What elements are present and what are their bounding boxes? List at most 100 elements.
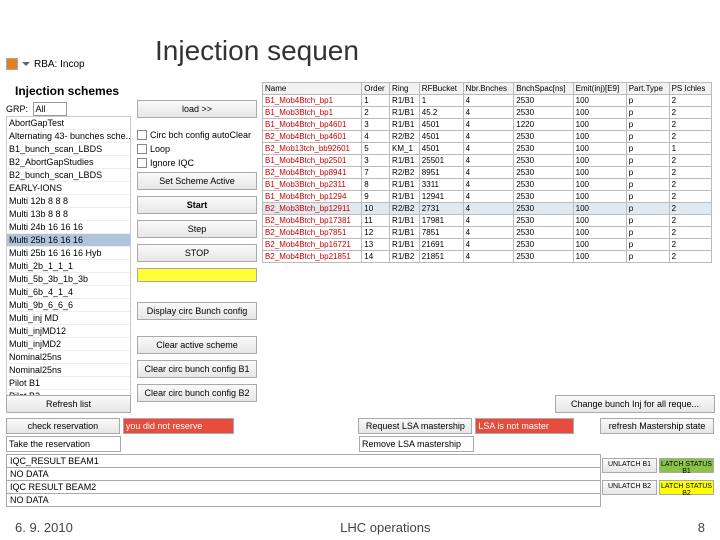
col-header[interactable]: Ring [390,83,420,95]
list-item[interactable]: Multi_2b_1_1_1 [7,260,130,273]
cell: 2530 [514,203,573,215]
list-item[interactable]: B2_bunch_scan_LBDS [7,169,130,182]
start-button[interactable]: Start [137,196,257,214]
cell: R1/B1 [390,191,420,203]
step-button[interactable]: Step [137,220,257,238]
bunch-table[interactable]: NameOrderRingRFBucketNbr.BnchesBnchSpac[… [262,82,712,263]
group-select[interactable]: All [33,102,67,116]
table-row[interactable]: B2_Mob4Btch_bp785112R1/B1785142530100p2 [263,227,712,239]
cell: 4501 [419,119,463,131]
take-reservation-button[interactable]: Take the reservation [6,436,121,452]
table-row[interactable]: B1_Mob4Btch_bp46013R1/B1450141220100p2 [263,119,712,131]
cell: p [626,203,669,215]
cell: 2 [669,107,711,119]
table-row[interactable]: B2_Mob13tch_bb926015KM_1450142530100p1 [263,143,712,155]
clear-b1-button[interactable]: Clear circ bunch config B1 [137,360,257,378]
check-reservation-button[interactable]: check reservation [6,418,120,434]
col-header[interactable]: RFBucket [419,83,463,95]
cell: 2530 [514,131,573,143]
latch-status-b2-button[interactable]: LATCH STATUS B2 [659,480,714,495]
cell: 2530 [514,143,573,155]
ignore-iqc-checkbox[interactable]: Ignore IQC [137,158,257,168]
table-row[interactable]: B2_Mob4Btch_bp1672113R1/B12169142530100p… [263,239,712,251]
list-item[interactable]: Multi_injMD12 [7,325,130,338]
cell: 2530 [514,95,573,107]
dropdown-icon[interactable] [22,62,30,66]
list-item[interactable]: Nominal25ns [7,364,130,377]
cell: R1/B1 [390,239,420,251]
table-row[interactable]: B1_Mob4Btch_bp25013R1/B12550142530100p2 [263,155,712,167]
list-item[interactable]: Multi_5b_3b_1b_3b [7,273,130,286]
cell: 100 [573,203,626,215]
remove-lsa-button[interactable]: Remove LSA mastership [359,436,474,452]
loop-checkbox[interactable]: Loop [137,144,257,154]
list-item[interactable]: Multi_injMD2 [7,338,130,351]
cell: 2530 [514,239,573,251]
unlatch-b1-button[interactable]: UNLATCH B1 [602,458,657,473]
table-row[interactable]: B1_Mob3Btch_bp12R1/B145.242530100p2 [263,107,712,119]
col-header[interactable]: Name [263,83,362,95]
lsa-status: LSA is not master [475,418,574,434]
cell: 2530 [514,215,573,227]
list-item[interactable]: Multi 24b 16 16 16 [7,221,130,234]
load-button[interactable]: load >> [137,100,257,118]
iqc-b1-label: IQC_RESULT BEAM1 [6,454,601,468]
cell: 100 [573,119,626,131]
display-circ-button[interactable]: Display circ Bunch config [137,302,257,320]
list-item[interactable]: Multi 25b 16 16 16 Hyb [7,247,130,260]
unlatch-b2-button[interactable]: UNLATCH B2 [602,480,657,495]
scheme-list[interactable]: AbortGapTestAlternating 43- bunches sche… [6,116,131,396]
cell: 8951 [419,167,463,179]
cell: B2_Mob4Btch_bp7851 [263,227,362,239]
cell: 4501 [419,143,463,155]
col-header[interactable]: Nbr.Bnches [463,83,514,95]
clear-scheme-button[interactable]: Clear active scheme [137,336,257,354]
refresh-mastership-button[interactable]: refresh Mastership state [600,418,714,434]
list-item[interactable]: Pilot B1 [7,377,130,390]
col-header[interactable]: Part.Type [626,83,669,95]
rbac-label: RBA: Incop [34,59,85,70]
list-item[interactable]: Multi_6b_4_1_4 [7,286,130,299]
set-scheme-active-button[interactable]: Set Scheme Active [137,172,257,190]
list-item[interactable]: Multi 13b 8 8 8 [7,208,130,221]
table-row[interactable]: B2_Mob4Btch_bp1738111R1/B11798142530100p… [263,215,712,227]
col-header[interactable]: PS Ichles [669,83,711,95]
table-row[interactable]: B1_Mob3Btch_bp23118R1/B1331142530100p2 [263,179,712,191]
request-lsa-button[interactable]: Request LSA mastership [358,418,472,434]
list-item[interactable]: Nominal25ns [7,351,130,364]
table-row[interactable]: B2_Mob4Btch_bp2185114R1/B22185142530100p… [263,251,712,263]
cell: R2/B2 [390,167,420,179]
list-item[interactable]: Multi_9b_6_6_6 [7,299,130,312]
reservation-row-2: Take the reservation Remove LSA mastersh… [6,436,714,452]
group-label: GRP: [6,104,28,114]
cell: 1 [669,143,711,155]
table-row[interactable]: B2_Mob4Btch_bp46014R2/B2450142530100p2 [263,131,712,143]
cell: 7 [362,167,390,179]
cell: R1/B1 [390,119,420,131]
table-row[interactable]: B2_Mob3Btch_bp1291110R2/B2273142530100p2 [263,203,712,215]
list-item[interactable]: EARLY-IONS [7,182,130,195]
change-bunch-button[interactable]: Change bunch Inj for all reque... [555,395,715,413]
table-row[interactable]: B1_Mob4Btch_bp11R1/B1142530100p2 [263,95,712,107]
list-item[interactable]: AbortGapTest [7,117,130,130]
footer-date: 6. 9. 2010 [15,520,73,535]
cell: 2 [669,179,711,191]
circ-autoclear-checkbox[interactable]: Circ bch config autoClear [137,130,257,140]
table-row[interactable]: B2_Mob4Btch_bp89417R2/B2895142530100p2 [263,167,712,179]
refresh-list-button[interactable]: Refresh list [6,395,131,413]
latch-status-b1-button[interactable]: LATCH STATUS B1 [659,458,714,473]
list-item[interactable]: Multi_inj MD [7,312,130,325]
col-header[interactable]: BnchSpac[ns] [514,83,573,95]
list-item[interactable]: Multi 12b 8 8 8 [7,195,130,208]
list-item[interactable]: Alternating 43- bunches sche... [7,130,130,143]
table-row[interactable]: B1_Mob4Btch_bp12949R1/B11294142530100p2 [263,191,712,203]
cell: 4501 [419,131,463,143]
col-header[interactable]: Emit(inj)[E9] [573,83,626,95]
top-bar: RBA: Incop [6,58,85,70]
list-item[interactable]: B2_AbortGapStudies [7,156,130,169]
col-header[interactable]: Order [362,83,390,95]
list-item[interactable]: Multi 25b 16 16 16 [7,234,130,247]
list-item[interactable]: B1_bunch_scan_LBDS [7,143,130,156]
clear-b2-button[interactable]: Clear circ bunch config B2 [137,384,257,402]
stop-button[interactable]: STOP [137,244,257,262]
